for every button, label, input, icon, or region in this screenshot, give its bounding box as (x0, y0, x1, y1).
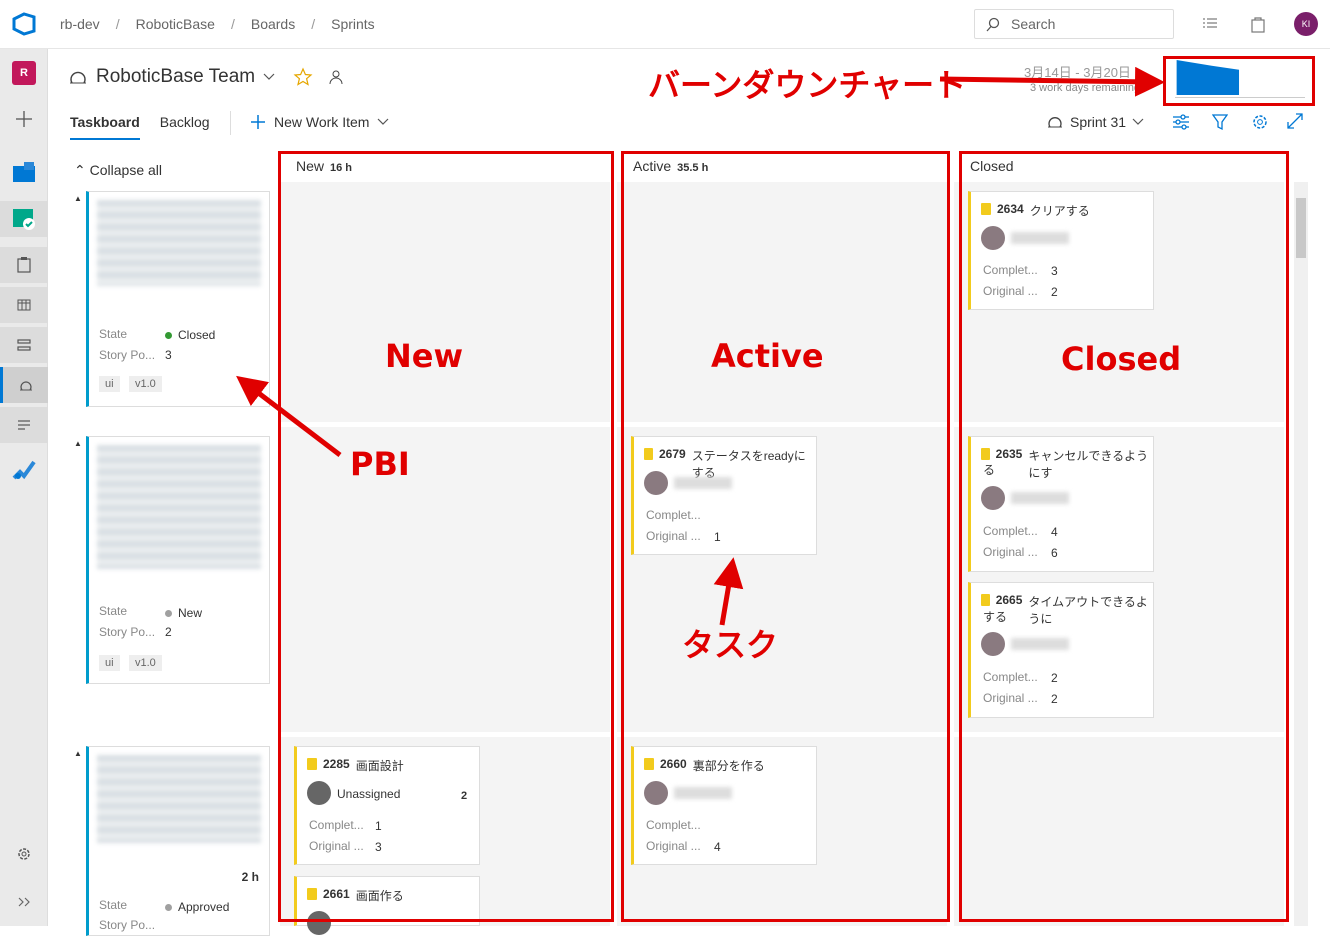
annotation-arrows (236, 66, 1165, 626)
arrow-burndown (939, 66, 1165, 97)
arrow-task (713, 557, 744, 626)
arrow-pbi (236, 375, 342, 457)
